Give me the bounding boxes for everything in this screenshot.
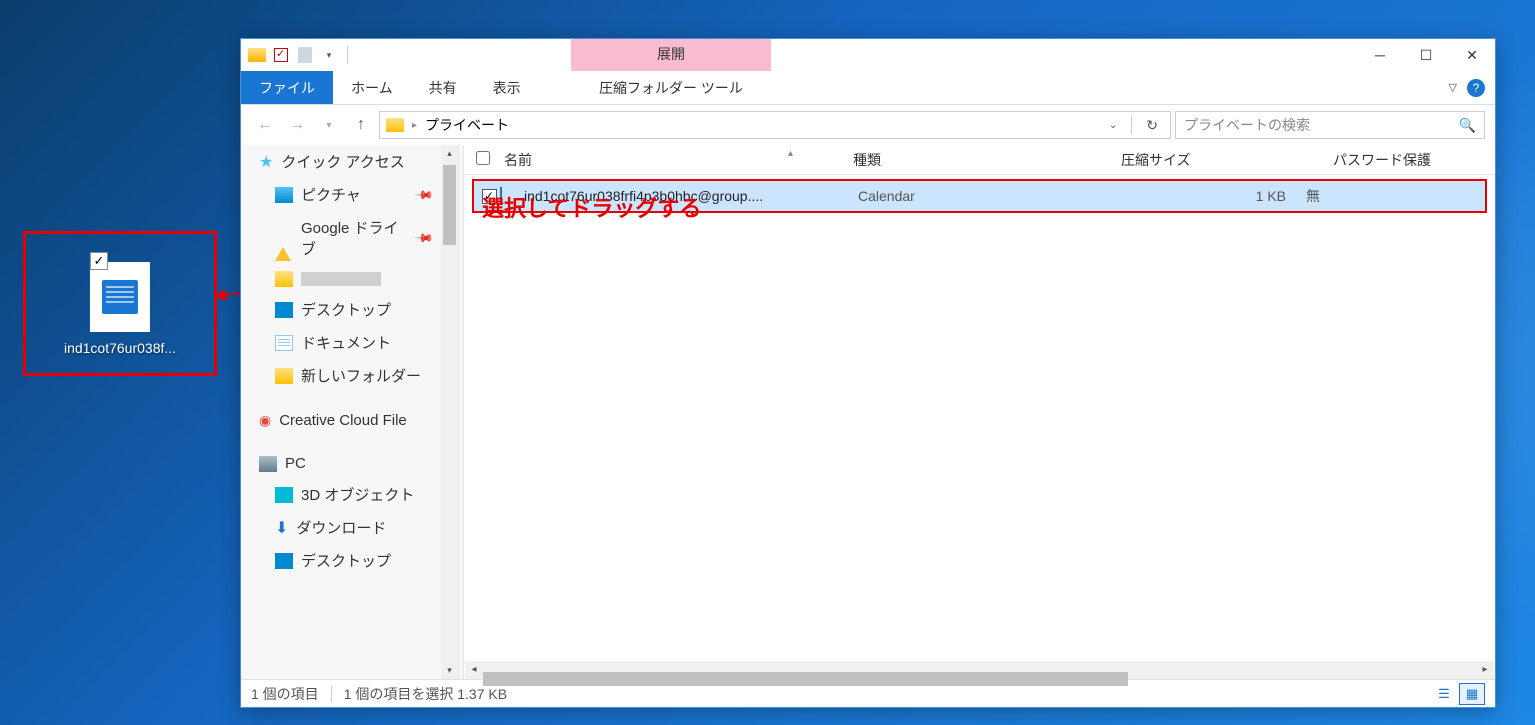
sidebar-creative-cloud[interactable]: ◉ Creative Cloud File [241, 406, 458, 435]
qat-dropdown-icon[interactable]: ▾ [319, 45, 339, 65]
tab-home[interactable]: ホーム [333, 71, 411, 104]
close-button[interactable]: ✕ [1449, 39, 1495, 71]
separator [347, 46, 348, 64]
folder-icon [275, 368, 293, 384]
folder-icon [386, 118, 404, 132]
ribbon-tabs: ファイル ホーム 共有 表示 圧縮フォルダー ツール ▽ ? [241, 71, 1495, 105]
titlebar: ▾ 展開 プライベート ─ ☐ ✕ [241, 39, 1495, 71]
address-bar[interactable]: ▸ プライベート ⌄ ↻ [379, 111, 1171, 139]
tab-compressed-tools[interactable]: 圧縮フォルダー ツール [571, 71, 771, 105]
minimize-button[interactable]: ─ [1357, 39, 1403, 71]
search-icon: 🔍 [1459, 117, 1476, 134]
desktop-icon [275, 553, 293, 569]
column-password[interactable]: パスワード保護 [1333, 150, 1495, 170]
desktop-icon-highlight: ✓ ind1cot76ur038f... [23, 231, 217, 376]
navigation-bar: ← → ▾ ↑ ▸ プライベート ⌄ ↻ プライベートの検索 🔍 [241, 105, 1495, 145]
scroll-down-icon[interactable]: ▾ [441, 662, 458, 679]
sidebar-desktop[interactable]: デスクトップ [241, 293, 458, 326]
up-button[interactable]: ↑ [347, 111, 375, 139]
sidebar-google-drive[interactable]: Google ドライブ 📌 [241, 211, 458, 265]
scroll-right-icon[interactable]: ▸ [1476, 661, 1494, 679]
navigation-pane: ★ クイック アクセス ピクチャ 📌 Google ドライブ 📌 デスクトップ [241, 145, 459, 679]
horizontal-scrollbar[interactable]: ◂ ▸ [465, 661, 1494, 679]
sidebar-pc[interactable]: PC [241, 449, 458, 478]
pin-icon: 📌 [414, 184, 434, 204]
file-icon: ✓ [90, 262, 150, 332]
pc-icon [259, 456, 277, 472]
sidebar-new-folder[interactable]: 新しいフォルダー [241, 359, 458, 392]
google-drive-icon [275, 230, 293, 246]
pin-icon: 📌 [414, 228, 434, 248]
tab-share[interactable]: 共有 [411, 71, 475, 104]
column-name[interactable]: 名前 ▴ [498, 150, 853, 170]
ribbon-collapse-icon[interactable]: ▽ [1449, 81, 1457, 94]
refresh-button[interactable]: ↻ [1140, 117, 1164, 134]
column-headers: 名前 ▴ 種類 圧縮サイズ パスワード保護 [464, 145, 1495, 175]
documents-icon [275, 335, 293, 351]
sidebar-desktop-2[interactable]: デスクトップ [241, 544, 458, 577]
recent-dropdown-icon[interactable]: ▾ [315, 111, 343, 139]
creative-cloud-icon: ◉ [259, 412, 271, 429]
explorer-window: ▾ 展開 プライベート ─ ☐ ✕ ファイル ホーム 共有 表示 圧縮フォルダー… [240, 38, 1496, 708]
downloads-icon: ⬇ [275, 518, 288, 538]
file-list-pane: 名前 ▴ 種類 圧縮サイズ パスワード保護 ✓ ind1cot76ur038fr… [464, 145, 1495, 679]
file-password: 無 [1306, 186, 1320, 206]
view-details-button[interactable]: ☰ [1431, 683, 1457, 705]
sidebar-pictures[interactable]: ピクチャ 📌 [241, 178, 458, 211]
3d-objects-icon [275, 487, 293, 503]
sort-indicator-icon: ▴ [788, 148, 793, 159]
pictures-icon [275, 187, 293, 203]
address-dropdown-icon[interactable]: ⌄ [1103, 120, 1123, 131]
scroll-thumb[interactable] [443, 165, 456, 245]
scroll-up-icon[interactable]: ▴ [441, 145, 458, 162]
scroll-left-icon[interactable]: ◂ [465, 661, 483, 679]
back-button[interactable]: ← [251, 111, 279, 139]
select-all-checkbox[interactable] [476, 151, 498, 168]
sidebar-scrollbar[interactable]: ▴ ▾ [441, 145, 458, 679]
qat-document-icon[interactable] [295, 45, 315, 65]
sidebar-downloads[interactable]: ⬇ ダウンロード [241, 511, 458, 544]
desktop-icon [275, 302, 293, 318]
breadcrumb-item[interactable]: プライベート [425, 115, 509, 135]
status-item-count: 1 個の項目 [251, 684, 319, 704]
qat-checkbox-icon[interactable] [271, 45, 291, 65]
calendar-icon [102, 280, 138, 314]
search-input[interactable]: プライベートの検索 🔍 [1175, 111, 1485, 139]
column-type[interactable]: 種類 [853, 150, 1121, 170]
app-icon [247, 45, 267, 65]
column-compressed-size[interactable]: 圧縮サイズ [1121, 150, 1333, 170]
annotation-text: 選択してドラッグする [482, 191, 701, 223]
sidebar-documents[interactable]: ドキュメント [241, 326, 458, 359]
tab-file[interactable]: ファイル [241, 71, 333, 104]
scroll-thumb[interactable] [483, 672, 1128, 686]
status-selection: 1 個の項目を選択 1.37 KB [344, 684, 507, 704]
tab-view[interactable]: 表示 [475, 71, 539, 104]
star-icon: ★ [259, 152, 273, 172]
folder-icon [275, 271, 293, 287]
sidebar-3d-objects[interactable]: 3D オブジェクト [241, 478, 458, 511]
file-size: 1 KB [1126, 188, 1306, 204]
redacted-label [301, 272, 381, 286]
maximize-button[interactable]: ☐ [1403, 39, 1449, 71]
forward-button[interactable]: → [283, 111, 311, 139]
desktop-file-icon[interactable]: ✓ ind1cot76ur038f... [64, 262, 176, 356]
chevron-right-icon: ▸ [412, 120, 417, 131]
ribbon-context-label: 展開 [571, 39, 771, 71]
checkbox-icon: ✓ [90, 252, 108, 270]
file-type: Calendar [858, 188, 1126, 204]
help-icon[interactable]: ? [1467, 79, 1485, 97]
view-icons-button[interactable]: ▦ [1459, 683, 1485, 705]
sidebar-quick-access[interactable]: ★ クイック アクセス [241, 145, 458, 178]
search-placeholder: プライベートの検索 [1184, 115, 1310, 135]
sidebar-redacted-folder[interactable] [241, 265, 458, 293]
desktop-icon-label: ind1cot76ur038f... [64, 340, 176, 356]
